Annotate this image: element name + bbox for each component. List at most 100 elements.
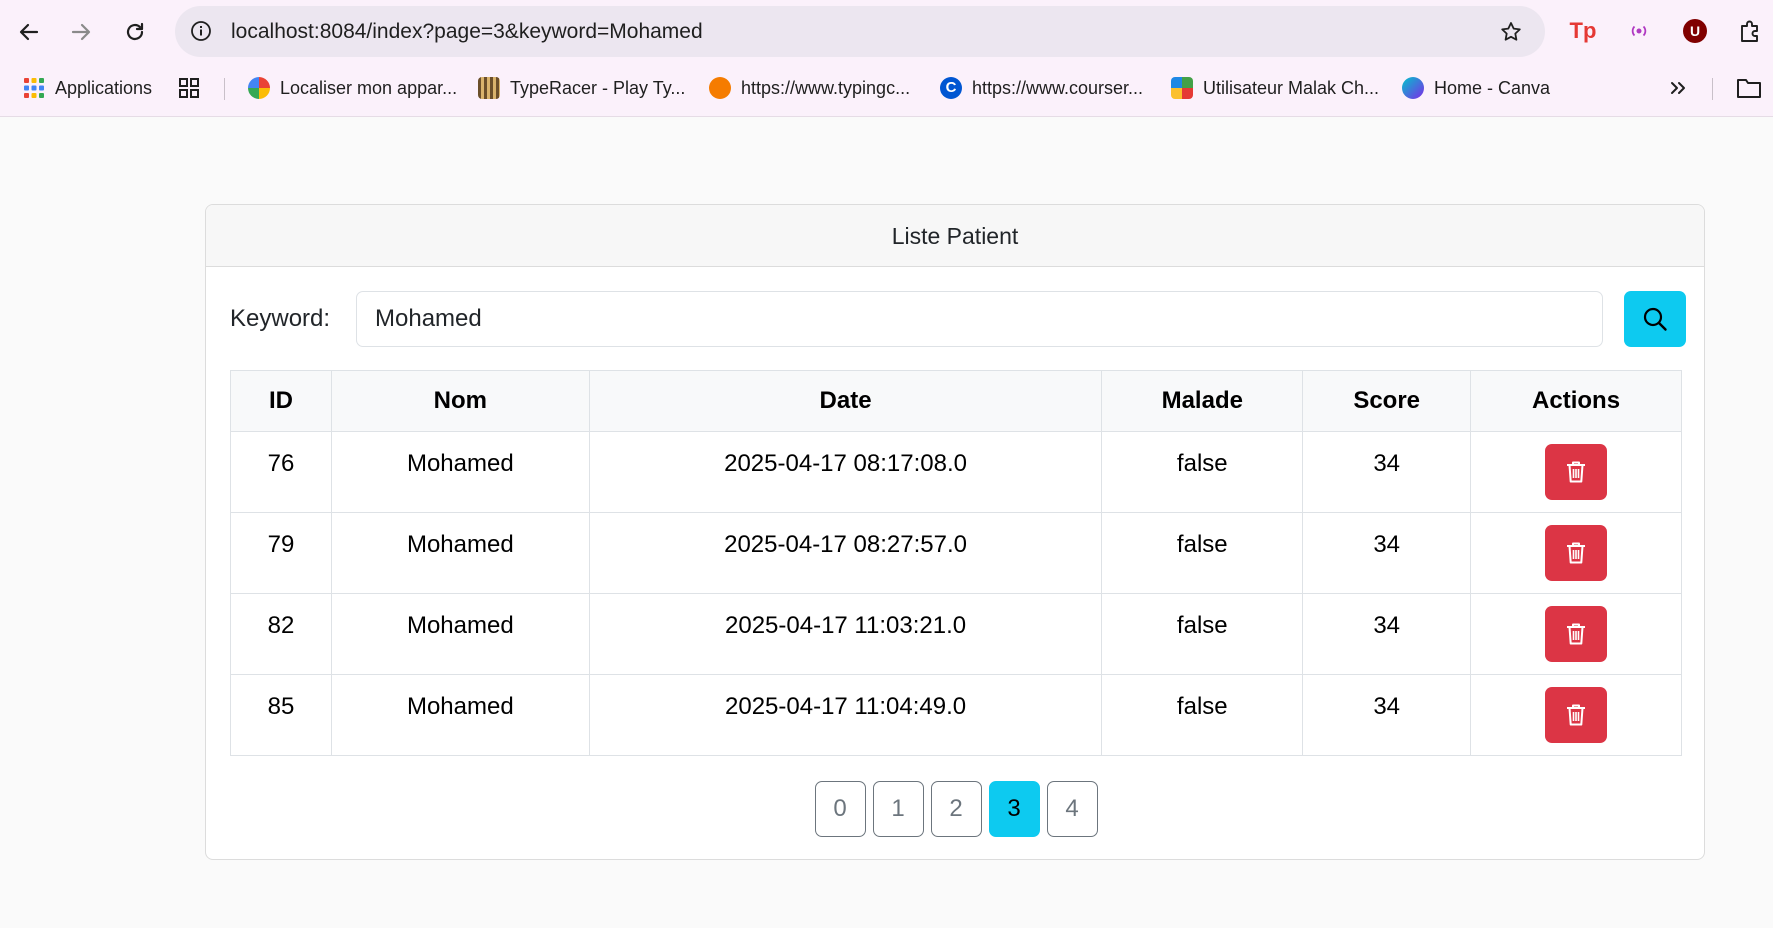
typingpal-extension-icon[interactable]: Tp (1568, 16, 1598, 46)
site-info-icon[interactable] (189, 19, 213, 43)
cell-id: 76 (230, 431, 332, 513)
bookmark-tictac[interactable]: Utilisateur Malak Ch... (1171, 73, 1379, 103)
ublock-extension-icon[interactable]: U (1680, 16, 1710, 46)
broadcast-extension-icon[interactable] (1624, 16, 1654, 46)
bookmark-localiser[interactable]: Localiser mon appar... (248, 73, 457, 103)
tab-groups-icon (179, 78, 199, 98)
bookmark-label: https://www.courser... (972, 77, 1144, 98)
column-header-malade[interactable]: Malade (1101, 370, 1304, 432)
column-header-actions: Actions (1470, 370, 1682, 432)
typingclub-icon (709, 77, 731, 99)
cell-malade: false (1101, 593, 1304, 675)
extensions-puzzle-icon[interactable] (1735, 16, 1765, 46)
keyword-input[interactable] (356, 291, 1603, 347)
delete-button[interactable] (1545, 444, 1608, 500)
search-icon (1643, 307, 1667, 331)
bookmark-star-icon[interactable] (1497, 18, 1525, 46)
cell-nom: Mohamed (330, 512, 590, 594)
bookmark-label: TypeRacer - Play Ty... (510, 77, 686, 98)
column-header-nom[interactable]: Nom (330, 370, 590, 432)
cell-nom: Mohamed (330, 431, 590, 513)
folder-icon (1737, 79, 1761, 98)
bookmark-applications[interactable]: Applications (23, 73, 152, 103)
url-text[interactable]: localhost:8084/index?page=3&keyword=Moha… (231, 6, 703, 57)
trash-icon (1567, 704, 1586, 726)
tictac-icon (1171, 77, 1193, 99)
cell-nom: Mohamed (330, 674, 590, 756)
cell-date: 2025-04-17 08:27:57.0 (588, 512, 1103, 594)
reload-icon (126, 22, 144, 41)
canva-icon (1402, 77, 1424, 99)
cell-id: 85 (230, 674, 332, 756)
bookmark-label: Applications (55, 77, 153, 98)
page-button-2[interactable]: 2 (930, 781, 982, 837)
column-header-date[interactable]: Date (588, 370, 1103, 432)
pagination: 0 1 2 3 4 (206, 781, 1704, 837)
page-button-4[interactable]: 4 (1046, 781, 1098, 837)
svg-text:U: U (1690, 23, 1700, 39)
column-header-id[interactable]: ID (230, 370, 332, 432)
back-button[interactable] (9, 12, 49, 52)
cell-nom: Mohamed (330, 593, 590, 675)
page-button-3-current[interactable]: 3 (988, 781, 1040, 837)
bookmark-label: https://www.typingc... (741, 77, 911, 98)
tab-groups-button[interactable] (178, 73, 200, 103)
bookmarks-bar: Applications Localiser mon appar... Type… (0, 68, 1773, 108)
search-button[interactable] (1624, 291, 1686, 347)
cell-score: 34 (1302, 674, 1472, 756)
reload-button[interactable] (115, 12, 155, 52)
chevron-double-right-icon (1671, 82, 1685, 94)
page-button-1[interactable]: 1 (872, 781, 924, 837)
cell-id: 82 (230, 593, 332, 675)
bookmark-label: Utilisateur Malak Ch... (1203, 77, 1380, 98)
page-button-0[interactable]: 0 (814, 781, 866, 837)
patients-table: ID Nom Date Malade Score Actions 76 Moha… (230, 370, 1682, 756)
table-header-row: ID Nom Date Malade Score Actions (230, 370, 1682, 432)
bookmark-typeracer[interactable]: TypeRacer - Play Ty... (478, 73, 685, 103)
coursera-icon: C (940, 77, 962, 99)
cell-date: 2025-04-17 08:17:08.0 (588, 431, 1103, 513)
cell-score: 34 (1302, 431, 1472, 513)
delete-button[interactable] (1545, 687, 1608, 743)
cell-date: 2025-04-17 11:04:49.0 (588, 674, 1103, 756)
google-find-icon (248, 77, 270, 99)
table-row: 79 Mohamed 2025-04-17 08:27:57.0 false 3… (230, 512, 1682, 594)
trash-icon (1567, 461, 1586, 483)
bookmark-separator (224, 78, 225, 100)
cell-score: 34 (1302, 512, 1472, 594)
address-bar[interactable]: localhost:8084/index?page=3&keyword=Moha… (175, 6, 1545, 57)
cell-id: 79 (230, 512, 332, 594)
table-row: 85 Mohamed 2025-04-17 11:04:49.0 false 3… (230, 674, 1682, 756)
column-header-score[interactable]: Score (1302, 370, 1472, 432)
more-bookmarks-button[interactable] (1668, 73, 1688, 103)
delete-button[interactable] (1545, 525, 1608, 581)
cell-actions (1470, 431, 1682, 513)
bookmark-label: Localiser mon appar... (280, 77, 458, 98)
cell-malade: false (1101, 512, 1304, 594)
apps-grid-icon (24, 78, 44, 98)
bookmark-coursera[interactable]: C https://www.courser... (940, 73, 1143, 103)
browser-chrome: localhost:8084/index?page=3&keyword=Moha… (0, 0, 1773, 117)
bookmark-canva[interactable]: Home - Canva (1402, 73, 1550, 103)
delete-button[interactable] (1545, 606, 1608, 662)
trash-icon (1567, 623, 1586, 645)
table-row: 76 Mohamed 2025-04-17 08:17:08.0 false 3… (230, 431, 1682, 513)
cell-actions (1470, 593, 1682, 675)
arrow-left-icon (19, 23, 39, 41)
keyword-label: Keyword: (230, 305, 331, 332)
search-form: Keyword: (230, 291, 1686, 347)
other-bookmarks-button[interactable] (1736, 73, 1762, 103)
bookmark-typingclub[interactable]: https://www.typingc... (709, 73, 910, 103)
typeracer-icon (478, 77, 500, 99)
bookmark-separator (1712, 78, 1713, 100)
forward-button[interactable] (61, 12, 101, 52)
cell-date: 2025-04-17 11:03:21.0 (588, 593, 1103, 675)
arrow-right-icon (71, 23, 91, 41)
cell-actions (1470, 512, 1682, 594)
cell-score: 34 (1302, 593, 1472, 675)
cell-actions (1470, 674, 1682, 756)
table-row: 82 Mohamed 2025-04-17 11:03:21.0 false 3… (230, 593, 1682, 675)
patient-list-card: Liste Patient Keyword: ID Nom Date Malad… (205, 204, 1705, 860)
cell-malade: false (1101, 674, 1304, 756)
cell-malade: false (1101, 431, 1304, 513)
